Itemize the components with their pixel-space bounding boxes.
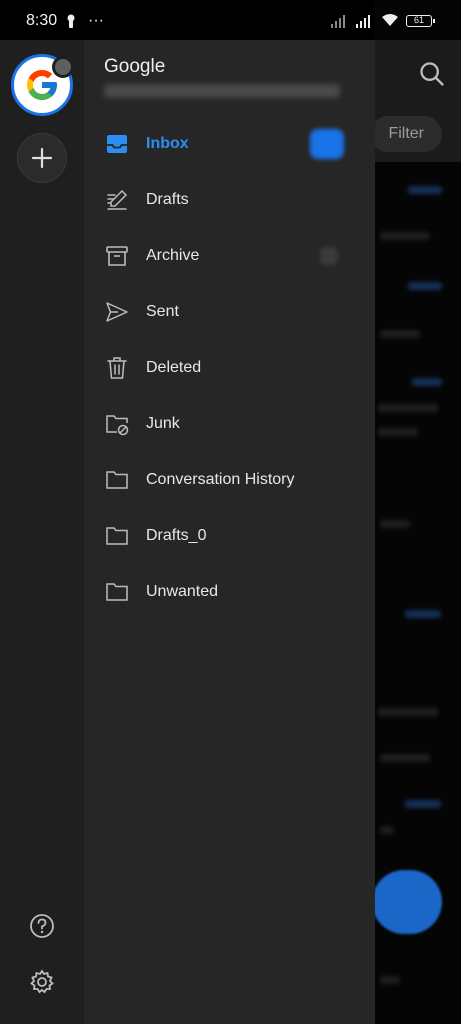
folder-label: Deleted [146, 359, 202, 376]
blurred-item [378, 404, 438, 412]
folder-label: Unwanted [146, 583, 219, 600]
unread-count-badge [310, 129, 344, 159]
signal-icon [331, 15, 345, 28]
filter-button[interactable]: Filter [370, 116, 442, 152]
settings-gear-icon[interactable] [28, 968, 56, 996]
folder-archive[interactable]: Archive [84, 232, 375, 280]
inbox-icon [107, 135, 127, 153]
blurred-item [380, 754, 430, 762]
more-notifications-icon: ··· [88, 12, 104, 29]
account-rail [0, 40, 84, 1024]
blurred-item [380, 976, 400, 984]
status-time: 8:30 [26, 12, 58, 29]
keyhole-icon [67, 14, 75, 28]
plus-icon [31, 147, 53, 169]
folder-conversation-history[interactable]: Conversation History [84, 456, 375, 504]
blurred-item [408, 282, 442, 290]
blurred-item [378, 708, 438, 716]
blurred-item [405, 800, 441, 808]
blurred-item [405, 610, 441, 618]
folder-label: Drafts [146, 191, 189, 208]
folder-deleted[interactable]: Deleted [84, 344, 375, 392]
blurred-item [408, 186, 442, 194]
folder-icon [106, 583, 128, 601]
blurred-item [380, 826, 394, 834]
status-bar: 8:30 ··· 61 [0, 0, 461, 40]
blurred-item [378, 428, 418, 436]
folder-drafts[interactable]: Drafts [84, 176, 375, 224]
navigation-drawer: Google Inbox Drafts Archive Sent Deleted… [0, 40, 375, 1024]
folder-icon [106, 527, 128, 545]
account-name: Google [104, 56, 166, 77]
help-icon[interactable] [28, 912, 56, 940]
folder-label: Sent [146, 303, 179, 320]
folder-inbox[interactable]: Inbox [84, 120, 375, 168]
battery-icon: 61 [406, 15, 435, 27]
folder-icon [106, 471, 128, 489]
junk-icon [106, 415, 129, 436]
wifi-icon [382, 14, 398, 26]
account-status-dot [52, 56, 74, 78]
folder-drafts-0[interactable]: Drafts_0 [84, 512, 375, 560]
folder-unwanted[interactable]: Unwanted [84, 568, 375, 616]
add-account-button[interactable] [17, 133, 67, 183]
compose-button[interactable] [372, 870, 442, 934]
blurred-item [412, 378, 442, 386]
folder-label: Conversation History [146, 471, 295, 488]
account-email-redacted [104, 84, 340, 98]
blurred-item [380, 330, 420, 338]
folder-label: Drafts_0 [146, 527, 207, 544]
folder-junk[interactable]: Junk [84, 400, 375, 448]
folder-sent[interactable]: Sent [84, 288, 375, 336]
trash-icon [107, 357, 127, 379]
search-icon[interactable] [418, 60, 446, 88]
count-badge [320, 247, 338, 265]
folder-label: Inbox [146, 135, 189, 152]
sent-icon [106, 302, 128, 322]
blurred-item [380, 232, 430, 240]
folder-label: Archive [146, 247, 200, 264]
drafts-icon [107, 189, 128, 210]
blurred-item [380, 520, 410, 528]
archive-icon [106, 246, 128, 266]
filter-label: Filter [388, 125, 424, 142]
folder-label: Junk [146, 415, 180, 432]
signal-icon [356, 15, 370, 28]
